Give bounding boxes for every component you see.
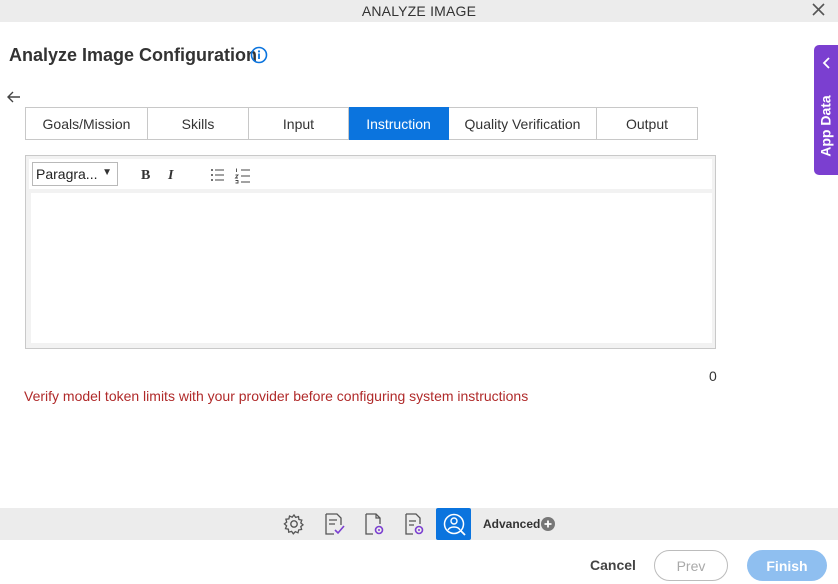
italic-button[interactable]: I [168,168,182,186]
tab-quality-verification[interactable]: Quality Verification [449,107,597,140]
document-settings-icon[interactable] [361,511,387,537]
cancel-button[interactable]: Cancel [590,557,636,573]
title-bar: ANALYZE IMAGE [0,0,838,22]
paragraph-format-select[interactable]: Paragra... ▼ [32,162,118,186]
tab-skills[interactable]: Skills [148,107,249,140]
window-title: ANALYZE IMAGE [361,3,477,19]
finish-button[interactable]: Finish [747,550,827,581]
tab-output[interactable]: Output [597,107,698,140]
image-analysis-icon [443,513,466,536]
bottom-toolbar: Advanced [0,508,838,540]
token-limit-warning: Verify model token limits with your prov… [24,388,529,404]
page-title: Analyze Image Configuration [9,45,258,65]
app-data-label: App Data [818,95,835,157]
editor-content-area[interactable] [31,193,712,343]
info-icon[interactable] [250,46,268,64]
gear-icon[interactable] [281,511,307,537]
instruction-editor: Paragra... ▼ B I [25,155,716,349]
prev-button[interactable]: Prev [654,550,728,581]
character-count: 0 [709,368,717,384]
advanced-label[interactable]: Advanced [483,517,540,531]
bulleted-list-icon[interactable] [209,166,227,184]
numbered-list-icon[interactable] [234,166,252,184]
bold-button[interactable]: B [141,168,155,186]
tab-input[interactable]: Input [249,107,349,140]
close-icon[interactable] [810,0,828,20]
plus-circle-icon[interactable] [541,517,555,531]
arrow-left-icon[interactable] [6,89,22,105]
tab-goals-mission[interactable]: Goals/Mission [25,107,148,140]
tab-bar: Goals/Mission Skills Input Instruction Q… [25,107,698,141]
caret-down-icon: ▼ [102,167,112,178]
editor-toolbar: Paragra... ▼ B I [29,159,712,189]
paragraph-format-value: Paragra... [36,166,98,182]
document-config-icon[interactable] [401,511,427,537]
app-data-panel-toggle[interactable]: App Data [814,45,838,175]
document-check-icon[interactable] [321,511,347,537]
chevron-left-icon [822,57,830,69]
tab-instruction[interactable]: Instruction [349,107,449,140]
image-analysis-button[interactable] [436,508,471,540]
